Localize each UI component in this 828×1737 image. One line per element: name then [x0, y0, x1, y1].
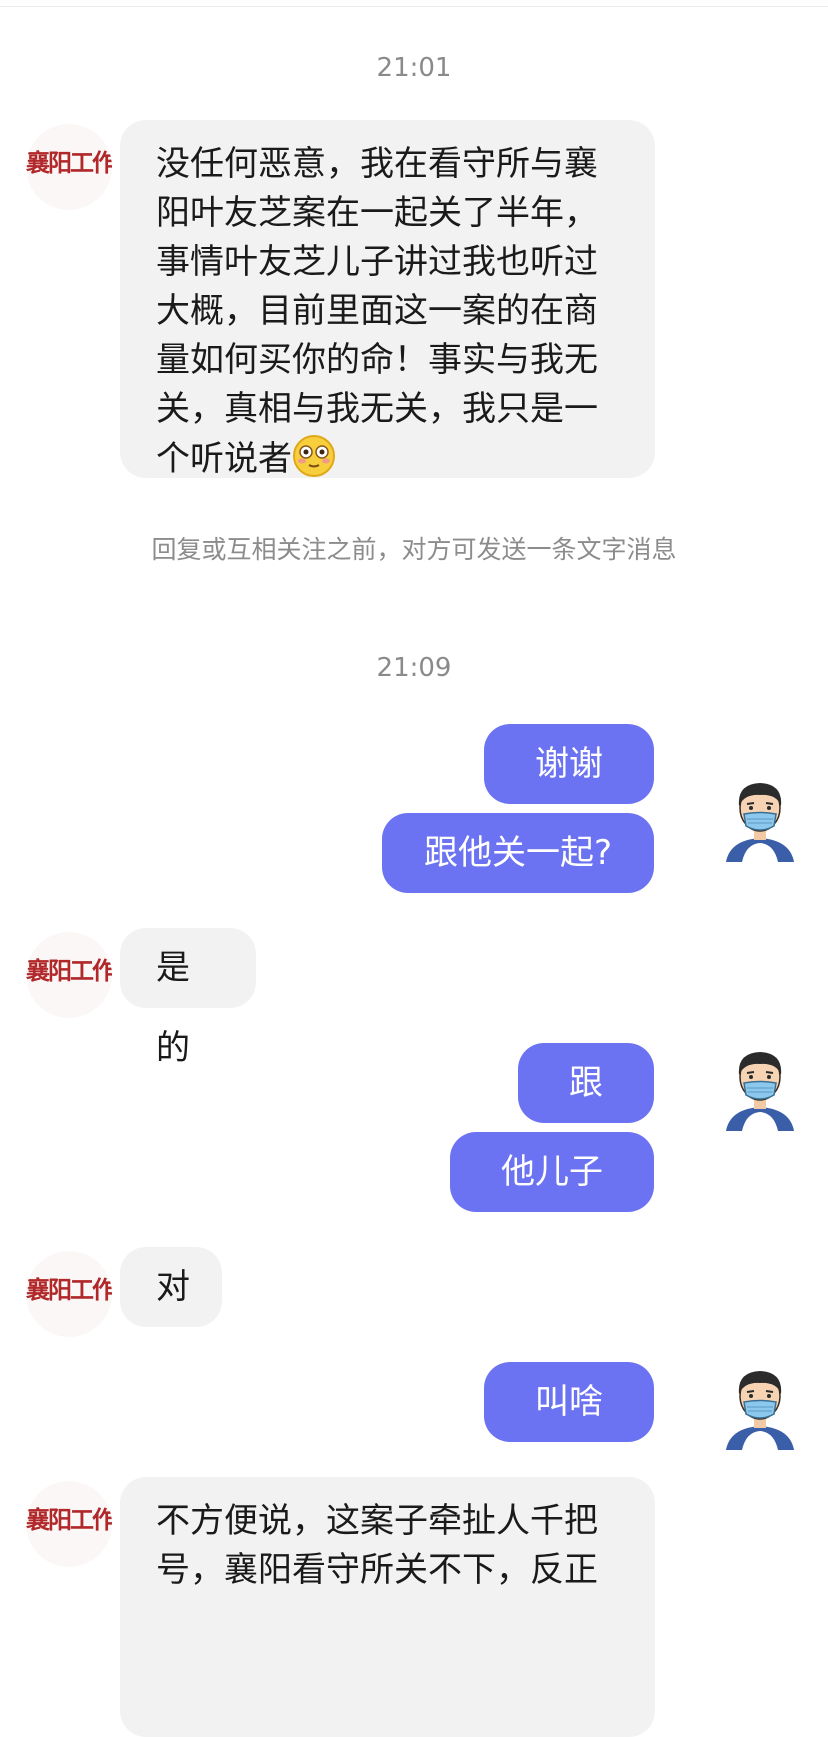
my-avatar[interactable] [720, 1043, 800, 1131]
message-text: 是的 [156, 948, 190, 1068]
message-bubble-incoming[interactable]: 对 [120, 1247, 222, 1327]
message-bubble-incoming[interactable]: 是的 [120, 928, 256, 1068]
avatar-text: 襄阳工作 [26, 1506, 112, 1534]
message-bubble-outgoing[interactable]: 叫啥呀 [484, 1362, 654, 1502]
my-avatar[interactable] [720, 1362, 800, 1450]
message-bubble-outgoing[interactable]: 跟谁 [518, 1043, 654, 1183]
message-bubble-outgoing[interactable]: 跟他关一起? [382, 813, 654, 893]
message-bubble-incoming[interactable]: 不方便说，这案子牵扯人千把号，襄阳看守所关不下，反正 [120, 1477, 655, 1737]
timestamp: 21:01 [376, 53, 452, 83]
contact-avatar[interactable]: 襄阳工作 [26, 124, 112, 210]
message-text: 不方便说，这案子牵扯人千把号，襄阳看守所关不下，反正 [156, 1501, 598, 1590]
contact-avatar[interactable]: 襄阳工作 [26, 932, 112, 1018]
flushed-face-icon [293, 435, 335, 477]
my-avatar[interactable] [720, 774, 800, 862]
contact-avatar[interactable]: 襄阳工作 [26, 1481, 112, 1567]
message-bubble-outgoing[interactable]: 他儿子么 [450, 1132, 654, 1272]
contact-avatar[interactable]: 襄阳工作 [26, 1251, 112, 1337]
avatar-text: 襄阳工作 [26, 149, 112, 177]
message-text: 对 [156, 1267, 190, 1307]
message-limit-notice: 回复或互相关注之前，对方可发送一条文字消息 [151, 535, 677, 564]
message-text: 没任何恶意，我在看守所与襄阳叶友芝案在一起关了半年，事情叶友芝儿子讲过我也听过大… [156, 144, 598, 479]
top-divider [0, 0, 828, 7]
avatar-text: 襄阳工作 [26, 1276, 112, 1304]
message-text: 跟他关一起? [423, 833, 613, 873]
message-bubble-outgoing[interactable]: 谢谢您 [484, 724, 654, 864]
timestamp: 21:09 [376, 653, 452, 683]
message-text: 他儿子么 [501, 1152, 603, 1272]
avatar-text: 襄阳工作 [26, 957, 112, 985]
message-bubble-incoming[interactable]: 没任何恶意，我在看守所与襄阳叶友芝案在一起关了半年，事情叶友芝儿子讲过我也听过大… [120, 120, 655, 479]
